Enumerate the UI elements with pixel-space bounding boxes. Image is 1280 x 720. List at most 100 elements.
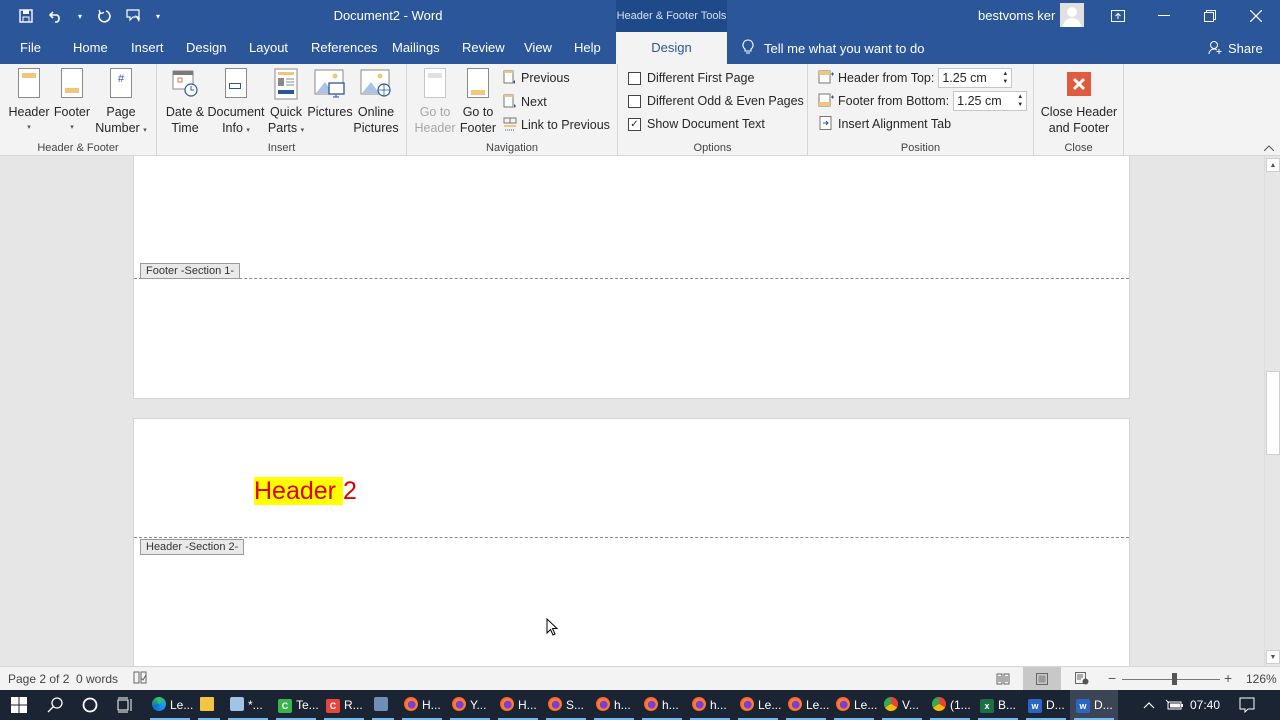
taskbar-item-edge[interactable]: Le... xyxy=(146,690,194,720)
taskbar-item-excel[interactable]: x B... xyxy=(974,690,1022,720)
word-count[interactable]: 0 words xyxy=(76,672,118,686)
close-header-footer-button[interactable]: Close Header and Footer xyxy=(1038,68,1120,136)
footer-button[interactable]: Footer ▾ xyxy=(50,68,94,136)
taskbar-item-firefox[interactable]: S... xyxy=(542,690,590,720)
battery-icon[interactable] xyxy=(1163,690,1185,720)
footer-section-1-tag: Footer -Section 1- xyxy=(140,263,241,279)
different-odd-even-checkbox[interactable]: Different Odd & Even Pages xyxy=(628,91,804,111)
tab-help[interactable]: Help xyxy=(574,32,601,64)
taskbar-item-firefox[interactable]: Le... xyxy=(830,690,878,720)
different-first-page-checkbox[interactable]: Different First Page xyxy=(628,68,754,88)
link-to-previous-button[interactable]: Link to Previous xyxy=(503,115,610,135)
web-layout-button[interactable] xyxy=(1063,667,1101,690)
header-button[interactable]: Header ▾ xyxy=(6,68,52,136)
tab-header-footer-design[interactable]: Design xyxy=(616,32,727,64)
go-to-header-button[interactable]: Go to Header xyxy=(413,68,457,136)
tab-mailings[interactable]: Mailings xyxy=(392,32,440,64)
clock[interactable]: 07:40 xyxy=(1190,690,1220,720)
taskbar-item-firefox[interactable]: H... xyxy=(398,690,446,720)
taskbar-item-file-explorer[interactable] xyxy=(194,690,224,720)
show-hidden-icons-button[interactable] xyxy=(1140,690,1158,720)
taskbar-item-firefox[interactable]: h... xyxy=(686,690,734,720)
group-insert: Date & Time Document Info ▾ Quick Parts … xyxy=(157,64,407,156)
tab-references[interactable]: References xyxy=(311,32,377,64)
taskbar-item-label: h... xyxy=(710,698,727,712)
context-tools-title: Header & Footer Tools xyxy=(616,0,727,32)
footer-from-bottom-input[interactable]: 1.25 cm ▲ ▼ xyxy=(953,91,1028,111)
go-to-header-icon xyxy=(419,68,451,100)
page-count[interactable]: Page 2 of 2 xyxy=(8,672,69,686)
close-window-button[interactable] xyxy=(1233,0,1279,32)
ribbon-tabs: File Home Insert Design Layout Reference… xyxy=(0,32,1280,64)
taskbar-item-firefox[interactable]: Y... xyxy=(446,690,494,720)
taskbar-item-camtasia-red[interactable]: C R... xyxy=(320,690,368,720)
network-icon xyxy=(374,696,388,714)
scroll-up-button[interactable]: ▲ xyxy=(1266,158,1280,172)
previous-button[interactable]: Previous xyxy=(503,68,570,88)
zoom-level[interactable]: 126% xyxy=(1246,672,1277,686)
avatar[interactable] xyxy=(1060,3,1084,27)
person-icon xyxy=(1208,40,1222,57)
notifications-icon[interactable] xyxy=(1236,690,1258,720)
start-button[interactable] xyxy=(6,690,32,720)
tab-file[interactable]: File xyxy=(20,32,41,64)
link-to-previous-icon xyxy=(503,117,517,134)
taskbar-item-chrome[interactable]: V... xyxy=(878,690,926,720)
header-2-text[interactable]: Header 2 xyxy=(254,477,357,506)
proofing-icon[interactable] xyxy=(133,671,147,687)
scroll-down-button[interactable]: ▼ xyxy=(1266,650,1280,664)
show-document-text-checkbox[interactable]: ✓ Show Document Text xyxy=(628,114,765,134)
page-1[interactable]: Footer -Section 1- xyxy=(133,156,1130,399)
taskbar-item-firefox[interactable]: Le... xyxy=(734,690,782,720)
date-time-button[interactable]: Date & Time xyxy=(163,68,207,136)
header-from-top-input[interactable]: 1.25 cm ▲ ▼ xyxy=(938,68,1013,88)
taskbar-item-firefox[interactable]: Le... xyxy=(782,690,830,720)
insert-alignment-tab-button[interactable]: Insert Alignment Tab xyxy=(818,114,951,134)
page-number-button[interactable]: # Page Number ▾ xyxy=(92,68,150,139)
tell-me-search[interactable]: Tell me what you want to do xyxy=(742,32,924,64)
tab-home[interactable]: Home xyxy=(73,32,108,64)
taskbar-item-firefox[interactable]: H... xyxy=(494,690,542,720)
group-position: Header from Top: 1.25 cm ▲ ▼ Footer from B… xyxy=(808,64,1034,156)
tab-design[interactable]: Design xyxy=(186,32,226,64)
taskbar-item-firefox[interactable]: h... xyxy=(590,690,638,720)
tab-insert[interactable]: Insert xyxy=(131,32,164,64)
pictures-button[interactable]: Pictures xyxy=(307,68,353,120)
user-name[interactable]: bestvoms ker xyxy=(978,8,1055,23)
ribbon-display-options-button[interactable] xyxy=(1095,0,1141,32)
taskbar-item-firefox[interactable]: h... xyxy=(638,690,686,720)
taskbar-item-network[interactable] xyxy=(368,690,398,720)
cortana-icon[interactable] xyxy=(78,690,102,720)
restore-button[interactable] xyxy=(1187,0,1233,32)
zoom-slider-thumb[interactable] xyxy=(1172,673,1178,685)
taskbar-item-camtasia-green[interactable]: C Te... xyxy=(272,690,320,720)
taskbar-item-word[interactable]: w D... xyxy=(1022,690,1070,720)
quick-parts-button[interactable]: Quick Parts ▾ xyxy=(265,68,307,139)
page-2[interactable]: Header 2 Header -Section 2- xyxy=(133,418,1130,666)
collapse-ribbon-icon[interactable] xyxy=(1263,142,1275,154)
online-pictures-button[interactable]: Online Pictures xyxy=(353,68,399,136)
taskbar-item-word[interactable]: w D... xyxy=(1070,690,1118,720)
document-info-icon xyxy=(220,68,252,100)
share-button[interactable]: Share xyxy=(1208,32,1263,64)
zoom-out-button[interactable]: − xyxy=(1108,670,1116,686)
zoom-slider[interactable] xyxy=(1122,679,1220,680)
go-to-footer-button[interactable]: Go to Footer xyxy=(457,68,499,136)
tab-review[interactable]: Review xyxy=(462,32,505,64)
vertical-scrollbar[interactable]: ▲ ▼ xyxy=(1264,156,1280,666)
zoom-in-button[interactable]: + xyxy=(1224,670,1232,686)
quick-parts-icon xyxy=(270,68,302,100)
print-layout-button[interactable] xyxy=(1023,667,1061,690)
scroll-thumb[interactable] xyxy=(1266,371,1280,455)
minimize-button[interactable] xyxy=(1141,0,1187,32)
next-button[interactable]: Next xyxy=(503,92,547,112)
search-icon[interactable] xyxy=(42,690,68,720)
task-view-icon[interactable] xyxy=(112,690,138,720)
tab-layout[interactable]: Layout xyxy=(249,32,288,64)
taskbar-item-chrome[interactable]: (1... xyxy=(926,690,974,720)
tab-view[interactable]: View xyxy=(524,32,552,64)
taskbar-item-label: Le... xyxy=(170,698,194,712)
taskbar-item-notepad[interactable]: *... xyxy=(224,690,272,720)
document-info-button[interactable]: Document Info ▾ xyxy=(207,68,265,139)
read-mode-button[interactable] xyxy=(984,667,1022,690)
